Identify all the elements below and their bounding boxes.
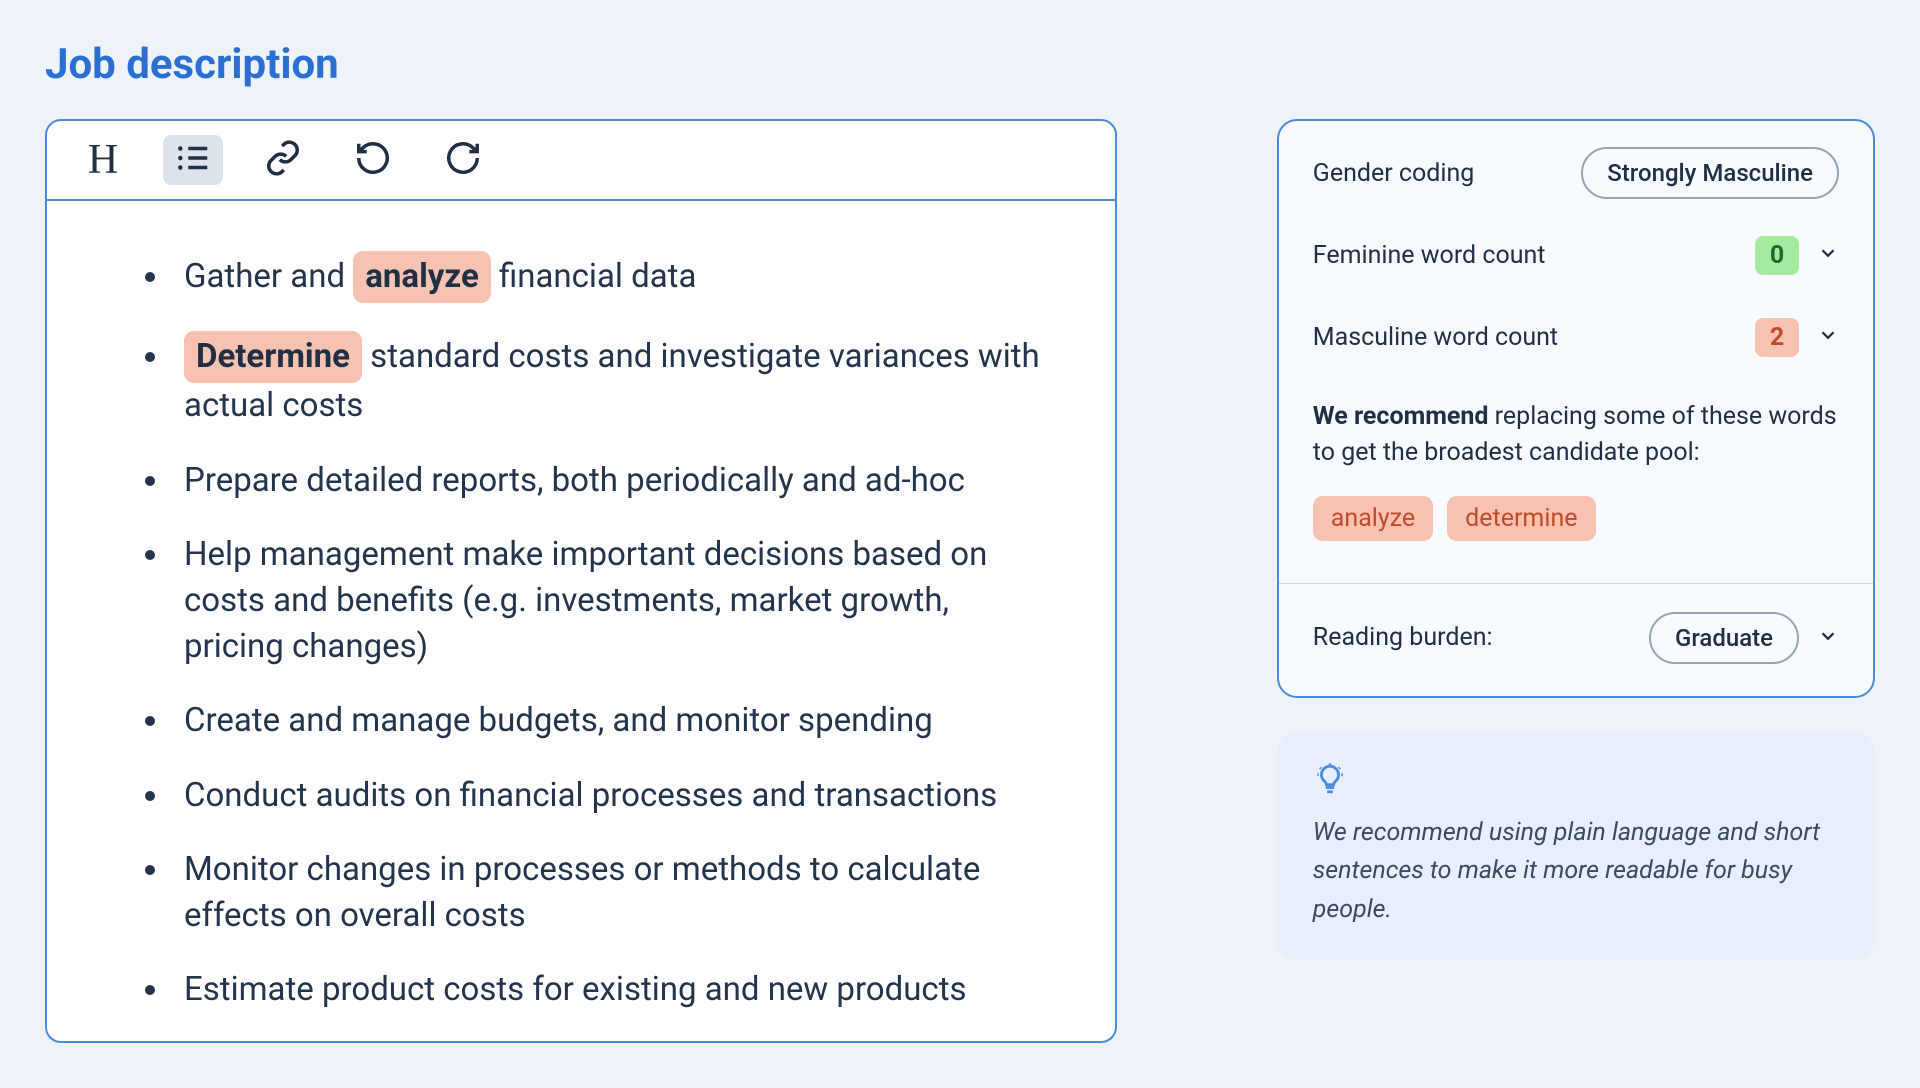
list-icon [174, 139, 212, 181]
gender-coding-badge: Strongly Masculine [1581, 147, 1839, 199]
redo-button[interactable] [433, 135, 493, 185]
reading-burden-label: Reading burden: [1313, 623, 1493, 652]
feminine-count-value: 0 [1755, 236, 1799, 275]
list-item: Gather and analyze financial data [172, 251, 1055, 303]
feminine-count-row[interactable]: Feminine word count 0 [1313, 227, 1839, 283]
analysis-sidebar: Gender coding Strongly Masculine Feminin… [1277, 119, 1875, 1043]
recommendation-text: We recommend replacing some of these wor… [1313, 399, 1839, 472]
chevron-down-icon[interactable] [1817, 625, 1839, 651]
list-item: Create and manage budgets, and monitor s… [172, 698, 1055, 744]
gender-coding-row: Gender coding Strongly Masculine [1313, 145, 1839, 201]
reading-burden-row[interactable]: Reading burden: Graduate [1313, 610, 1839, 666]
feminine-count-label: Feminine word count [1313, 241, 1546, 270]
link-icon [264, 139, 302, 181]
masculine-count-value: 2 [1755, 318, 1799, 357]
word-chip-determine[interactable]: determine [1447, 496, 1595, 541]
masculine-count-row[interactable]: Masculine word count 2 [1313, 309, 1839, 365]
recommendation-block: We recommend replacing some of these wor… [1313, 399, 1839, 541]
editor-toolbar: H [47, 121, 1115, 201]
editor-content[interactable]: Gather and analyze financial data Determ… [47, 201, 1115, 1013]
editor-panel: H [45, 119, 1117, 1043]
main-layout: H [45, 119, 1875, 1043]
lightbulb-icon [1313, 762, 1839, 800]
tip-text: We recommend using plain language and sh… [1313, 814, 1839, 930]
undo-icon [354, 139, 392, 181]
tip-card: We recommend using plain language and sh… [1277, 732, 1875, 960]
word-chips: analyze determine [1313, 496, 1839, 541]
list-item: Determine standard costs and investigate… [172, 331, 1055, 429]
list-item: Estimate product costs for existing and … [172, 967, 1055, 1013]
analysis-card: Gender coding Strongly Masculine Feminin… [1277, 119, 1875, 698]
bullet-list: Gather and analyze financial data Determ… [127, 251, 1055, 1013]
link-button[interactable] [253, 135, 313, 185]
undo-button[interactable] [343, 135, 403, 185]
heading-icon: H [88, 136, 118, 184]
list-item: Help management make important decisions… [172, 532, 1055, 671]
divider [1279, 583, 1873, 584]
reading-burden-badge: Graduate [1649, 612, 1799, 664]
list-item: Monitor changes in processes or methods … [172, 847, 1055, 939]
redo-icon [444, 139, 482, 181]
gender-coding-label: Gender coding [1313, 159, 1475, 188]
heading-button[interactable]: H [73, 135, 133, 185]
masculine-count-label: Masculine word count [1313, 323, 1558, 352]
highlighted-word-analyze: analyze [353, 251, 491, 303]
page-title: Job description [45, 40, 1875, 89]
list-item: Conduct audits on financial processes an… [172, 773, 1055, 819]
chevron-down-icon[interactable] [1817, 242, 1839, 268]
list-item: Prepare detailed reports, both periodica… [172, 458, 1055, 504]
word-chip-analyze[interactable]: analyze [1313, 496, 1433, 541]
highlighted-word-determine: Determine [184, 331, 362, 383]
bullet-list-button[interactable] [163, 135, 223, 185]
chevron-down-icon[interactable] [1817, 324, 1839, 350]
